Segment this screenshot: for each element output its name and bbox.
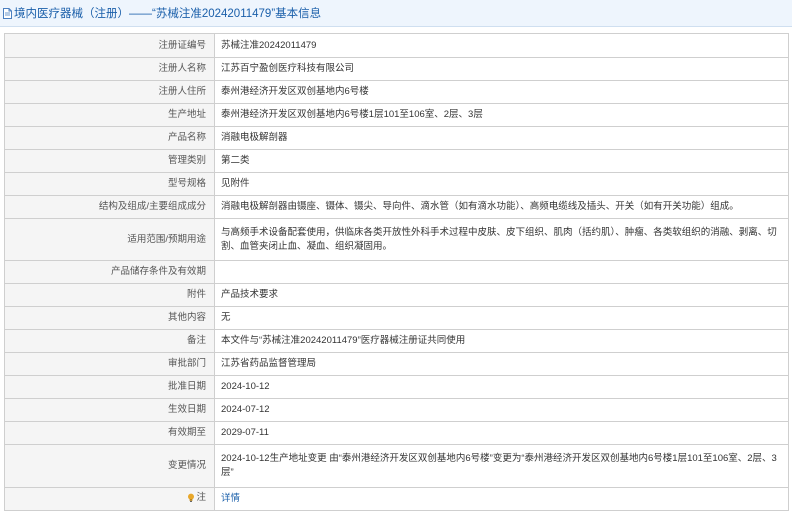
note-label: 注 [196, 491, 206, 503]
row-label: 有效期至 [4, 421, 215, 445]
row-value: 苏械注准20242011479 [214, 33, 789, 58]
table-row: 变更情况 2024-10-12生产地址变更 由“泰州港经济开发区双创基地内6号楼”… [4, 444, 789, 488]
row-value: 2024-10-12 [214, 375, 789, 399]
table-row: 生效日期 2024-07-12 [4, 398, 789, 422]
row-value: 江苏省药品监督管理局 [214, 352, 789, 376]
row-label: 备注 [4, 329, 215, 353]
row-value: 2024-10-12生产地址变更 由“泰州港经济开发区双创基地内6号楼”变更为“… [214, 444, 789, 488]
row-label: 产品名称 [4, 126, 215, 150]
row-label: 其他内容 [4, 306, 215, 330]
table-row: 产品储存条件及有效期 [4, 260, 789, 284]
table-row: 生产地址 泰州港经济开发区双创基地内6号楼1层101至106室、2层、3层 [4, 103, 789, 127]
details-link[interactable]: 详情 [221, 493, 240, 504]
row-label: 适用范围/预期用途 [4, 218, 215, 261]
info-table: 注册证编号 苏械注准20242011479 注册人名称 江苏百宁盈创医疗科技有限公司… [4, 33, 789, 511]
table-row: 其他内容无 [4, 306, 789, 330]
row-value: 2029-07-11 [214, 421, 789, 445]
row-label: 结构及组成/主要组成成分 [4, 195, 215, 219]
row-label: 生产地址 [4, 103, 215, 127]
table-row: 型号规格 见附件 [4, 172, 789, 196]
document-icon [3, 7, 12, 19]
page-title: 境内医疗器械（注册）——“苏械注准20242011479”基本信息 [14, 8, 322, 20]
table-row: 注册人住所 泰州港经济开发区双创基地内6号楼 [4, 80, 789, 104]
table-row: 产品名称 消融电极解剖器 [4, 126, 789, 150]
table-row: 注册人名称 江苏百宁盈创医疗科技有限公司 [4, 57, 789, 81]
page-title-bar: 境内医疗器械（注册）——“苏械注准20242011479”基本信息 [0, 0, 792, 27]
note-label-cell: 注 [4, 487, 215, 511]
row-value: 本文件与“苏械注准20242011479”医疗器械注册证共同使用 [214, 329, 789, 353]
table-row: 适用范围/预期用途 与高频手术设备配套使用，供临床各类开放性外科手术过程中皮肤、皮… [4, 218, 789, 261]
table-row: 管理类别 第二类 [4, 149, 789, 173]
table-row: 有效期至 2029-07-11 [4, 421, 789, 445]
table-row: 结构及组成/主要组成成分 消融电极解剖器由镊座、镊体、镊尖、导向件、滴水管（如有滴… [4, 195, 789, 219]
row-label: 型号规格 [4, 172, 215, 196]
table-row: 备注 本文件与“苏械注准20242011479”医疗器械注册证共同使用 [4, 329, 789, 353]
row-value: 见附件 [214, 172, 789, 196]
table-row: 附件 产品技术要求 [4, 283, 789, 307]
row-value: 泰州港经济开发区双创基地内6号楼1层101至106室、2层、3层 [214, 103, 789, 127]
note-value-cell: 详情 [214, 487, 789, 511]
row-label: 审批部门 [4, 352, 215, 376]
row-label: 生效日期 [4, 398, 215, 422]
row-label: 注册人住所 [4, 80, 215, 104]
row-label: 批准日期 [4, 375, 215, 399]
row-label: 产品储存条件及有效期 [4, 260, 215, 284]
row-value: 无 [214, 306, 789, 330]
row-value: 与高频手术设备配套使用，供临床各类开放性外科手术过程中皮肤、皮下组织、肌肉（括约… [214, 218, 789, 261]
table-row: 审批部门 江苏省药品监督管理局 [4, 352, 789, 376]
table-row: 批准日期 2024-10-12 [4, 375, 789, 399]
row-value: 消融电极解剖器由镊座、镊体、镊尖、导向件、滴水管（如有滴水功能）、高频电缆线及插… [214, 195, 789, 219]
table-row: 注册证编号 苏械注准20242011479 [4, 33, 789, 58]
row-value: 泰州港经济开发区双创基地内6号楼 [214, 80, 789, 104]
row-label: 管理类别 [4, 149, 215, 173]
lightbulb-icon [188, 493, 195, 502]
row-value: 江苏百宁盈创医疗科技有限公司 [214, 57, 789, 81]
row-label: 注册人名称 [4, 57, 215, 81]
row-label: 附件 [4, 283, 215, 307]
row-value: 产品技术要求 [214, 283, 789, 307]
row-value: 2024-07-12 [214, 398, 789, 422]
row-label: 注册证编号 [4, 33, 215, 58]
row-value: 消融电极解剖器 [214, 126, 789, 150]
row-value: 第二类 [214, 149, 789, 173]
row-label: 变更情况 [4, 444, 215, 488]
row-value [214, 260, 789, 284]
note-row: 注 详情 [4, 487, 789, 511]
